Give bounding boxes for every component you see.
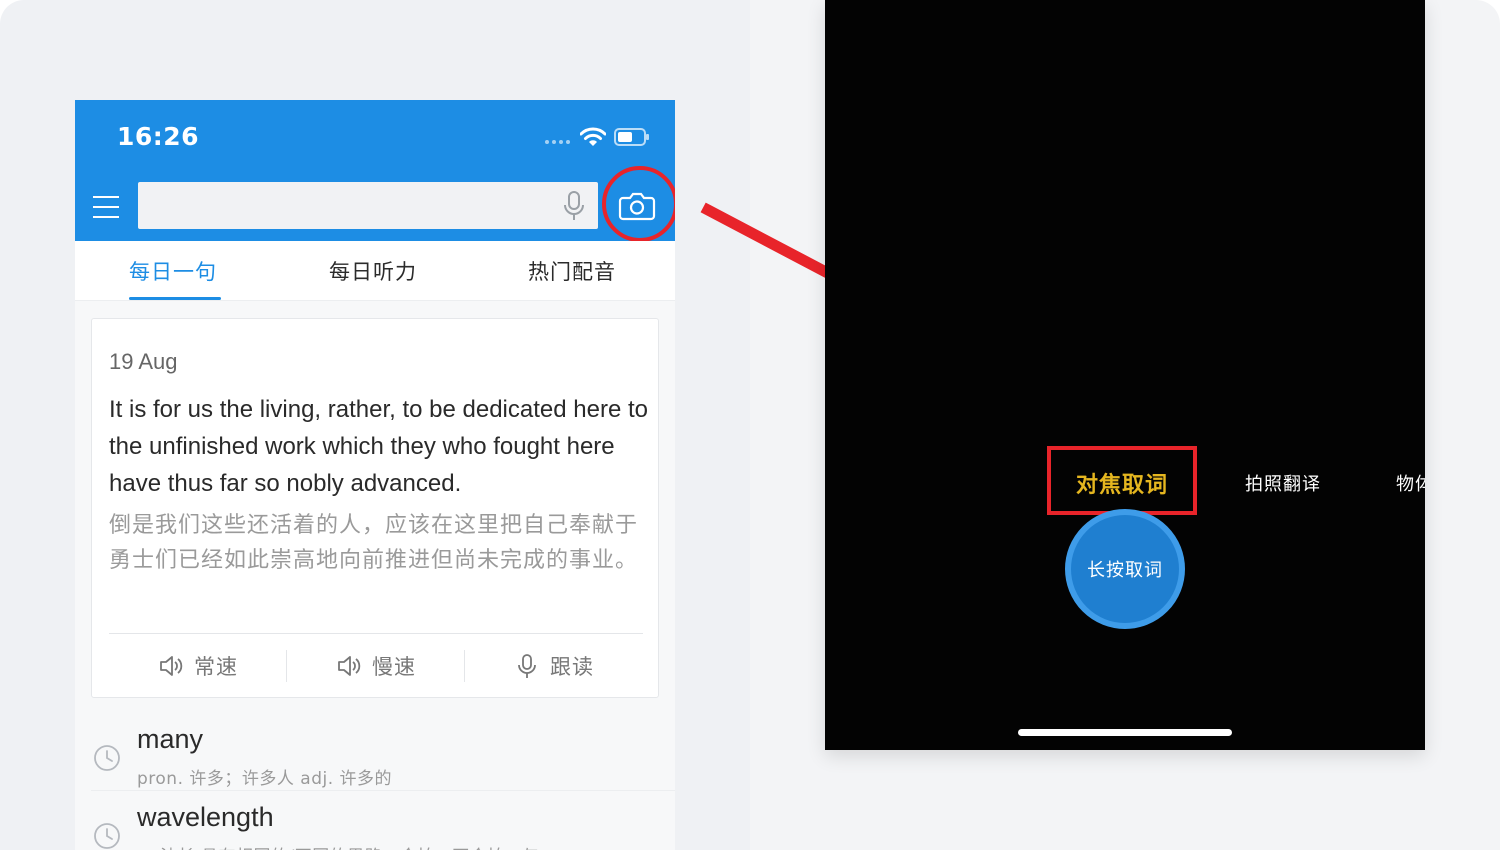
sentence-chinese: 倒是我们这些还活着的人，应该在这里把自己奉献于勇士们已经如此崇高地向前推进但尚未… <box>109 513 639 573</box>
normal-speed-label: 常速 <box>194 655 238 679</box>
history-word: wavelength <box>137 802 274 832</box>
sentence-english: It is for us the living, rather, to be d… <box>109 396 648 497</box>
history-definition: pron. 许多；许多人 adj. 许多的 <box>137 769 393 789</box>
long-press-capture-button[interactable]: 长按取词 <box>1065 509 1185 629</box>
speaker-icon <box>160 656 183 676</box>
slow-speed-label: 慢速 <box>372 655 416 679</box>
active-tab-indicator <box>129 297 221 300</box>
search-toolbar <box>75 166 675 242</box>
status-time: 16:26 <box>117 122 200 151</box>
clock-icon <box>94 745 120 771</box>
clock-icon <box>94 823 120 849</box>
tab-daily-listening[interactable]: 每日听力 <box>329 256 417 286</box>
history-item[interactable]: many pron. 许多；许多人 adj. 许多的 <box>91 724 675 796</box>
audio-controls: 常速 慢速 跟读 <box>109 634 643 698</box>
search-input[interactable] <box>138 182 598 229</box>
read-along-button[interactable]: 跟读 <box>465 634 643 698</box>
list-divider <box>91 790 675 791</box>
sentence-date: 19 Aug <box>109 349 178 374</box>
signal-icon <box>545 140 575 146</box>
tab-daily-sentence[interactable]: 每日一句 <box>129 256 217 286</box>
history-definition: n. 波长 具有相同的/不同的思路；合拍；不合拍；与 <box>137 842 540 850</box>
mode-object[interactable]: 物体 <box>1396 470 1425 496</box>
dictionary-home-screen: 16:26 每日一句 每日听力 热门配音 19 Aug It is for us… <box>75 100 675 850</box>
normal-speed-button[interactable]: 常速 <box>109 634 287 698</box>
wifi-icon <box>580 127 606 146</box>
mode-highlight-box <box>1047 446 1197 515</box>
capture-button-label: 长按取词 <box>1087 560 1163 581</box>
daily-sentence-card[interactable]: 19 Aug It is for us the living, rather, … <box>91 318 659 698</box>
tab-bar: 每日一句 每日听力 热门配音 <box>75 241 675 301</box>
home-indicator[interactable] <box>1018 729 1232 736</box>
speaker-icon <box>338 656 361 676</box>
history-item[interactable]: wavelength n. 波长 具有相同的/不同的思路；合拍；不合拍；与 <box>91 802 675 850</box>
status-bar: 16:26 <box>75 100 675 180</box>
history-word: many <box>137 724 204 754</box>
battery-icon <box>614 128 649 146</box>
microphone-icon[interactable] <box>562 191 586 221</box>
read-along-label: 跟读 <box>550 655 594 679</box>
slow-speed-button[interactable]: 慢速 <box>287 634 465 698</box>
menu-icon[interactable] <box>93 196 119 218</box>
camera-highlight-circle <box>602 166 675 242</box>
tab-popular-dubbing[interactable]: 热门配音 <box>528 256 616 286</box>
camera-screen: 对焦取词 拍照翻译 物体 长按取词 <box>825 0 1425 750</box>
mode-photo-translate[interactable]: 拍照翻译 <box>1245 470 1321 496</box>
microphone-icon <box>518 654 536 678</box>
